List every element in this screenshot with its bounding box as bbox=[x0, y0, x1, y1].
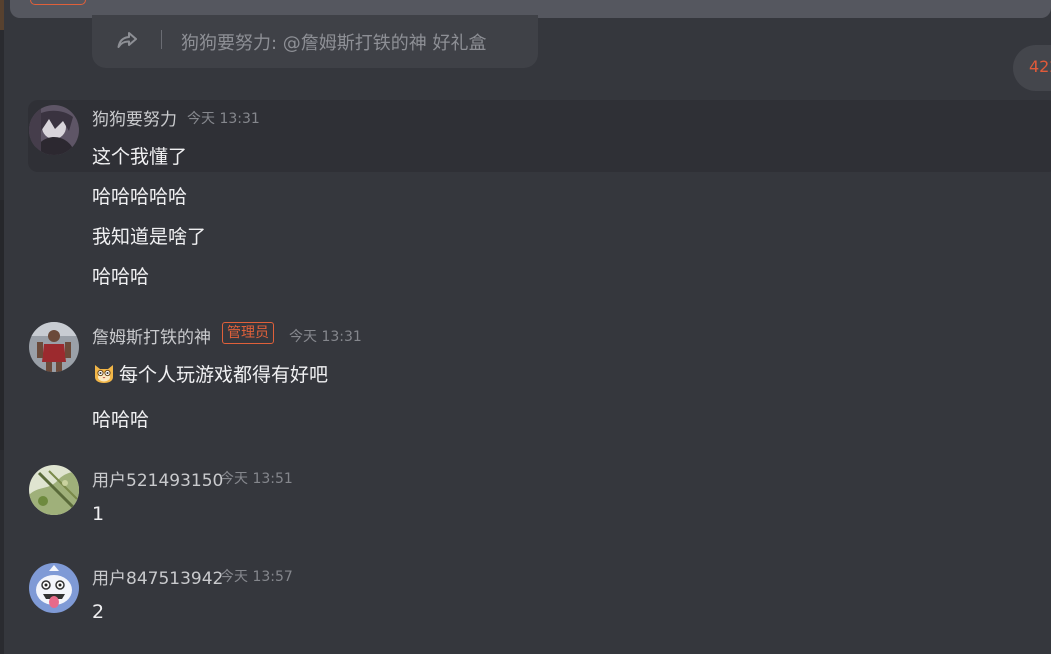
left-edge-strip bbox=[0, 0, 4, 654]
avatar[interactable] bbox=[29, 105, 79, 155]
chat-page: 狗狗要努力: @詹姆斯打铁的神 好礼盒 422 狗狗要努力 今天 13:31 这… bbox=[0, 0, 1051, 654]
avatar[interactable] bbox=[29, 465, 79, 515]
message-text: 1 bbox=[92, 503, 105, 525]
share-icon[interactable] bbox=[116, 30, 138, 50]
username[interactable]: 狗狗要努力 bbox=[92, 105, 177, 130]
avatar[interactable] bbox=[29, 322, 79, 372]
username[interactable]: 用户521493150 bbox=[92, 466, 223, 491]
avatar[interactable] bbox=[29, 563, 79, 613]
top-bar-tag bbox=[30, 0, 86, 5]
username[interactable]: 詹姆斯打铁的神 bbox=[92, 323, 211, 348]
count-pill[interactable]: 422 bbox=[1013, 45, 1051, 91]
timestamp: 今天 13:31 bbox=[289, 329, 362, 345]
cat-face-emoji bbox=[92, 361, 116, 385]
message-text: 哈哈哈 bbox=[92, 409, 150, 431]
count-pill-text: 422 bbox=[1029, 57, 1051, 76]
message-text: 哈哈哈 bbox=[92, 266, 150, 288]
username[interactable]: 用户847513942 bbox=[92, 564, 223, 589]
reply-preview-text: 狗狗要努力: @詹姆斯打铁的神 好礼盒 bbox=[181, 33, 487, 54]
timestamp: 今天 13:57 bbox=[220, 569, 293, 585]
message-text: 每个人玩游戏都得有好吧 bbox=[92, 360, 328, 387]
admin-badge: 管理员 bbox=[222, 322, 274, 344]
timestamp: 今天 13:51 bbox=[220, 471, 293, 487]
message-text-content: 每个人玩游戏都得有好吧 bbox=[119, 364, 329, 386]
message-text: 2 bbox=[92, 601, 105, 623]
reply-preview[interactable]: 狗狗要努力: @詹姆斯打铁的神 好礼盒 bbox=[92, 15, 538, 68]
message-text: 我知道是啥了 bbox=[92, 226, 207, 248]
message-text: 哈哈哈哈哈 bbox=[92, 186, 188, 208]
timestamp: 今天 13:31 bbox=[187, 111, 260, 127]
message-text: 这个我懂了 bbox=[92, 146, 188, 168]
reply-divider bbox=[161, 30, 162, 49]
